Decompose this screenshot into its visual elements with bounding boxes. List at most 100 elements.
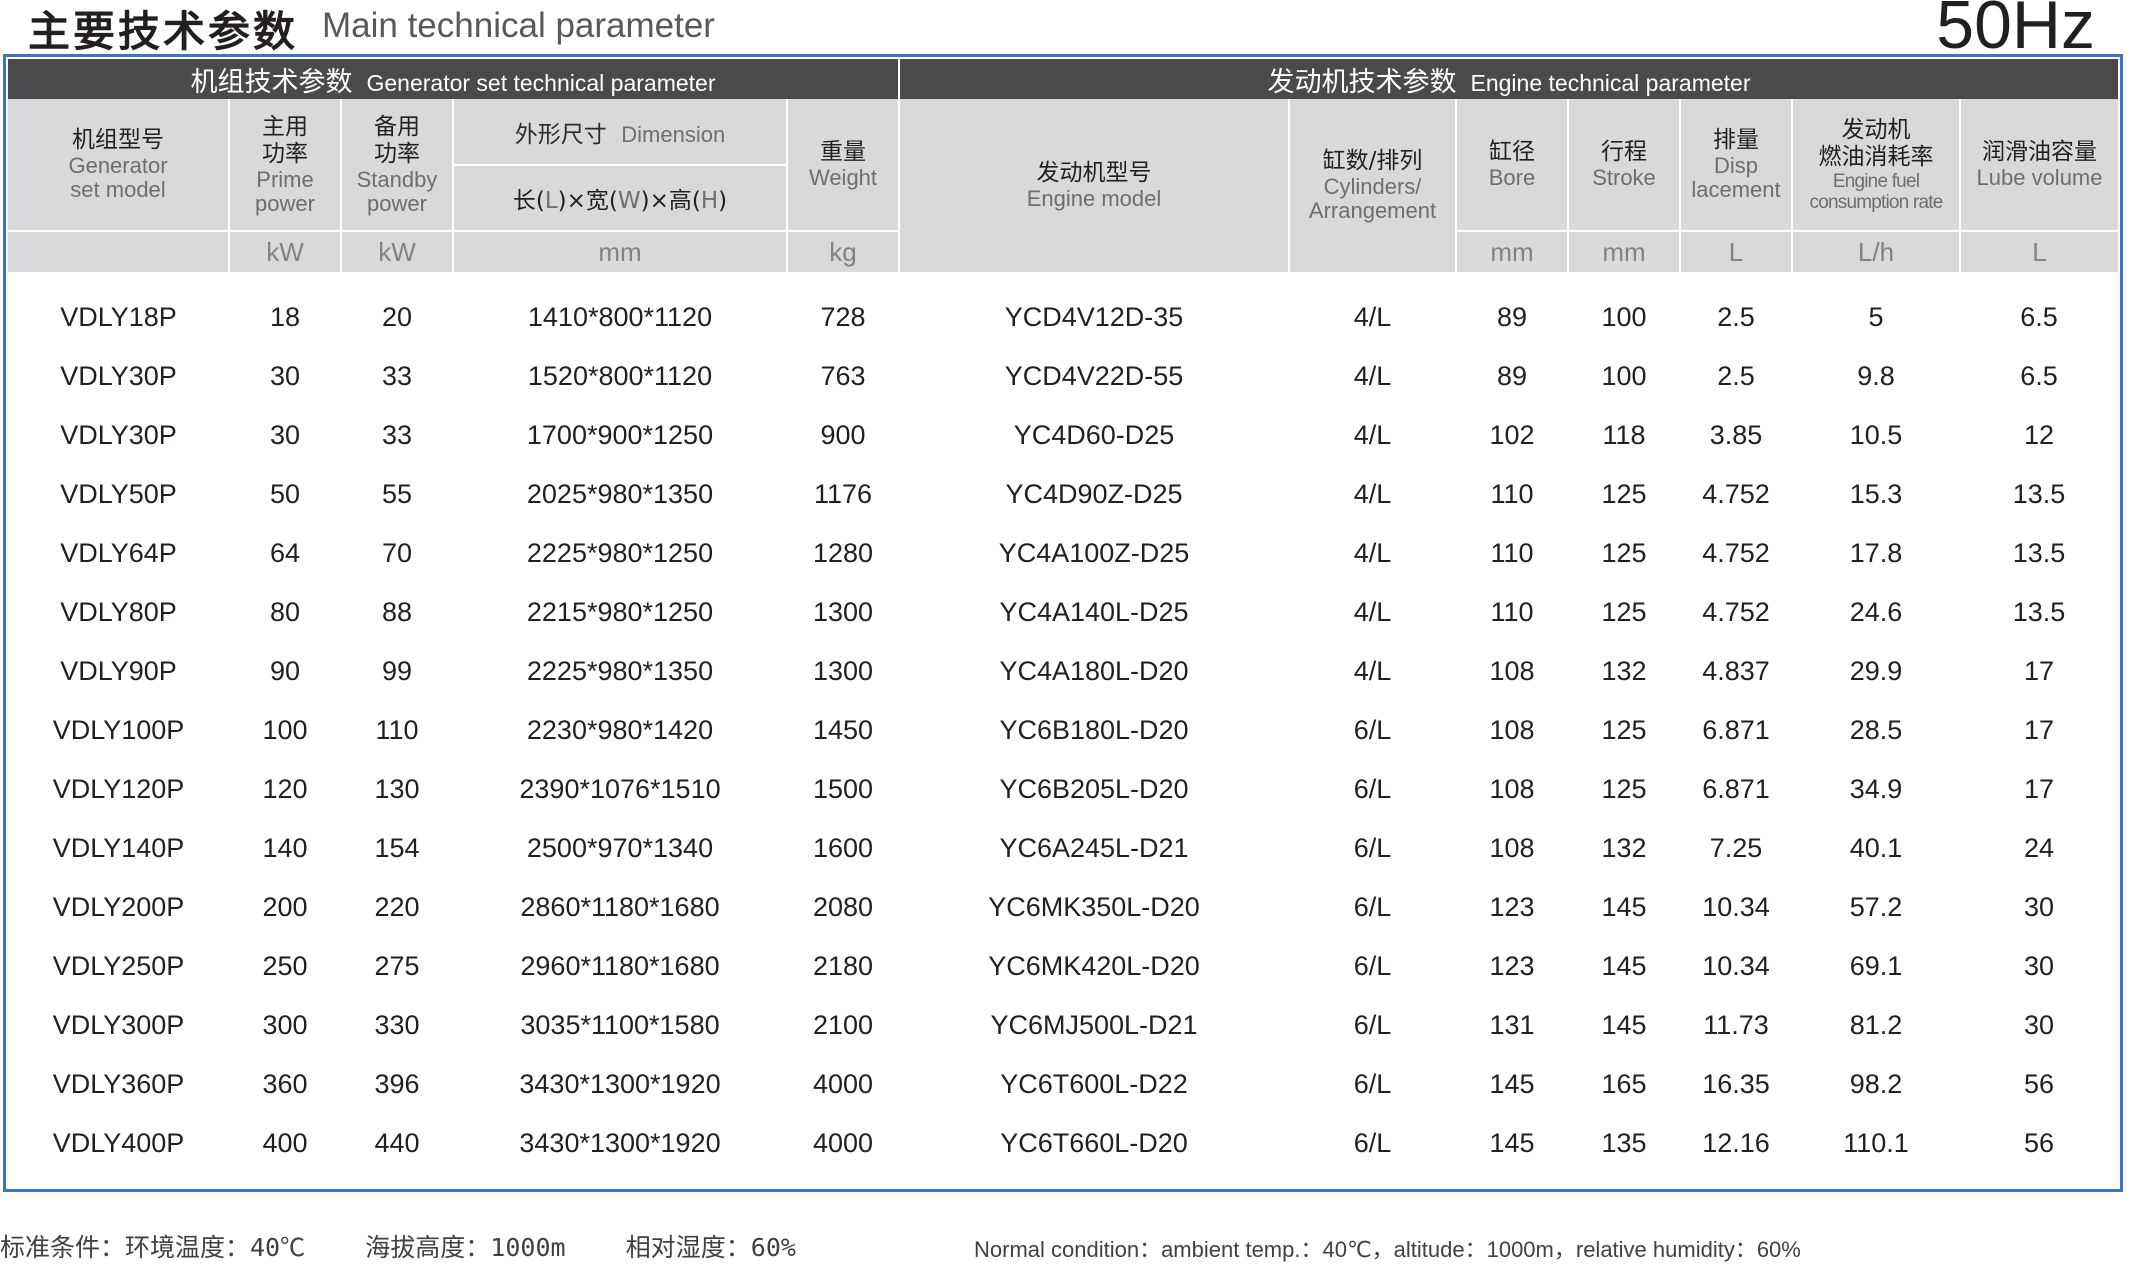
cell-engine-model: YC4A100Z-D25 [998, 538, 1190, 568]
cell-lube-volume: 13.5 [2012, 597, 2066, 627]
cell-stroke: 132 [1601, 656, 1647, 686]
col-model-cn: 机组型号 [72, 127, 164, 153]
col-standby-cn1: 备用 [374, 113, 420, 140]
col-dimension-en: Dimension [621, 121, 726, 147]
cell-model: VDLY120P [52, 774, 185, 804]
cell-dimension: 2215*980*1250 [526, 597, 714, 627]
cell-bore: 123 [1489, 951, 1535, 981]
cell-weight: 1300 [812, 597, 874, 627]
cell-fuel-consumption: 5 [1868, 302, 1884, 332]
cell-engine-model: YC6MK420L-D20 [988, 951, 1200, 981]
col-lube-cn: 润滑油容量 [1982, 139, 2097, 165]
cell-model: VDLY90P [60, 656, 177, 686]
cell-fuel-consumption: 57.2 [1849, 892, 1903, 922]
cell-bore: 145 [1489, 1069, 1535, 1099]
col-fuel-en1: Engine fuel [1832, 170, 1920, 192]
cell-lube-volume: 56 [2023, 1069, 2055, 1099]
col-cylinders-en1: Cylinders/ [1323, 174, 1422, 199]
cell-weight: 728 [820, 302, 866, 332]
col-header-displacement: 排量 Disp lacement [1679, 99, 1792, 231]
unit-dimension: mm [452, 230, 787, 272]
col-weight-cn: 重量 [820, 139, 866, 165]
cell-bore: 89 [1496, 302, 1528, 332]
unit-prime: kW [228, 230, 341, 272]
cell-engine-model: YC6T600L-D22 [1000, 1069, 1188, 1099]
cell-prime-power: 400 [262, 1128, 308, 1158]
cell-displacement: 12.16 [1702, 1128, 1770, 1158]
cell-fuel-consumption: 9.8 [1857, 361, 1895, 391]
cell-displacement: 16.35 [1702, 1069, 1770, 1099]
cell-prime-power: 90 [269, 656, 301, 686]
cell-lube-volume: 6.5 [2020, 361, 2058, 391]
cell-cylinders: 4/L [1353, 597, 1392, 627]
cell-cylinders: 6/L [1353, 833, 1392, 863]
cell-dimension: 2225*980*1350 [526, 656, 714, 686]
cell-weight: 900 [820, 420, 866, 450]
cell-prime-power: 30 [269, 420, 301, 450]
cell-prime-power: 100 [262, 715, 308, 745]
cell-cylinders: 6/L [1353, 1010, 1392, 1040]
table-row: VDLY100P 100 110 2230*980*1420 1450 YC6B180L-… [8, 701, 2118, 760]
cell-stroke: 100 [1601, 302, 1647, 332]
cell-model: VDLY30P [60, 420, 177, 450]
cell-standby-power: 154 [374, 833, 420, 863]
dim-sub-l: 长( [512, 188, 545, 214]
dim-sub-L: L [544, 188, 558, 214]
table-row: VDLY90P 90 99 2225*980*1350 1300 YC4A180L-D20… [8, 642, 2118, 701]
engine-section-header: 发动机技术参数 Engine technical parameter [897, 59, 2119, 99]
col-header-fuel: 发动机 燃油消耗率 Engine fuel consumption rate [1791, 99, 1960, 231]
cell-cylinders: 6/L [1353, 715, 1392, 745]
cell-engine-model: YC4A180L-D20 [999, 656, 1189, 686]
cell-displacement: 7.25 [1709, 833, 1763, 863]
col-header-cylinders: 缸数/排列 Cylinders/ Arrangement [1288, 99, 1456, 272]
unit-stroke: mm [1567, 230, 1680, 272]
cell-dimension: 3430*1300*1920 [519, 1128, 721, 1158]
cell-bore: 108 [1489, 715, 1535, 745]
cell-displacement: 10.34 [1702, 951, 1770, 981]
cell-weight: 1500 [812, 774, 874, 804]
col-header-dimension-sub: 长(L)×宽(W)×高(H) [452, 165, 787, 231]
col-header-weight: 重量 Weight [786, 99, 899, 231]
col-standby-cn2: 功率 [374, 140, 420, 167]
cell-standby-power: 33 [381, 420, 413, 450]
cell-displacement: 4.837 [1702, 656, 1770, 686]
cell-displacement: 2.5 [1717, 361, 1755, 391]
cell-fuel-consumption: 29.9 [1849, 656, 1903, 686]
cell-lube-volume: 17 [2023, 656, 2055, 686]
cell-dimension: 2390*1076*1510 [519, 774, 721, 804]
cell-lube-volume: 17 [2023, 774, 2055, 804]
cell-fuel-consumption: 10.5 [1849, 420, 1903, 450]
col-dimension-cn: 外形尺寸 [514, 121, 607, 148]
cell-bore: 131 [1489, 1010, 1535, 1040]
cell-cylinders: 6/L [1353, 951, 1392, 981]
col-standby-en2: power [367, 190, 427, 216]
cell-model: VDLY80P [60, 597, 177, 627]
cell-engine-model: YC4D90Z-D25 [1005, 479, 1183, 509]
cell-engine-model: YC6MK350L-D20 [988, 892, 1200, 922]
cell-engine-model: YC6T660L-D20 [1000, 1128, 1188, 1158]
cell-standby-power: 275 [374, 951, 420, 981]
cell-cylinders: 4/L [1353, 538, 1392, 568]
col-model-en1: Generator [68, 153, 168, 178]
cell-model: VDLY30P [60, 361, 177, 391]
cell-cylinders: 6/L [1353, 1128, 1392, 1158]
cell-weight: 763 [820, 361, 866, 391]
unit-bore: mm [1455, 230, 1568, 272]
cell-cylinders: 4/L [1353, 420, 1392, 450]
cell-stroke: 125 [1601, 479, 1647, 509]
col-prime-en1: Prime [256, 166, 314, 192]
spec-table: 机组技术参数 Generator set technical parameter … [8, 59, 2119, 1173]
unit-lube: L [1958, 230, 2119, 272]
cell-fuel-consumption: 15.3 [1849, 479, 1903, 509]
cell-model: VDLY18P [60, 302, 177, 332]
cell-standby-power: 55 [381, 479, 413, 509]
cell-stroke: 125 [1601, 597, 1647, 627]
footer-conditions-cn: 标准条件：环境温度：40℃ 海拔高度：1000m 相对湿度：60% [0, 1233, 796, 1262]
cell-weight: 2100 [812, 1010, 874, 1040]
cell-model: VDLY250P [52, 951, 185, 981]
cell-prime-power: 120 [262, 774, 308, 804]
cell-standby-power: 99 [381, 656, 413, 686]
cell-stroke: 145 [1601, 951, 1647, 981]
cell-model: VDLY360P [52, 1069, 185, 1099]
generator-section-en: Generator set technical parameter [366, 69, 716, 96]
